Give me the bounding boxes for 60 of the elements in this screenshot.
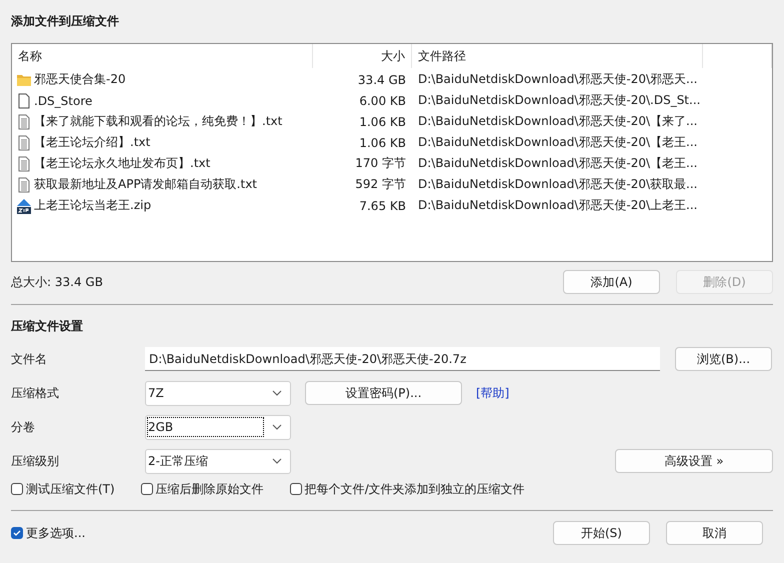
file-path: D:\BaiduNetdiskDownload\邪恶天使-20\邪恶天... (418, 72, 698, 86)
file-path: D:\BaiduNetdiskDownload\邪恶天使-20\获取最... (418, 177, 698, 191)
chevron-down-icon (272, 458, 282, 464)
file-path: D:\BaiduNetdiskDownload\邪恶天使-20\上老王... (418, 198, 698, 212)
file-size: 1.06 KB (359, 136, 406, 150)
check-icon (12, 528, 22, 538)
help-link[interactable]: [帮助] (476, 384, 510, 402)
chevron-down-icon (272, 424, 282, 430)
zip-file-icon (16, 198, 32, 214)
file-icon (16, 92, 32, 108)
file-size: 170 字节 (355, 155, 406, 172)
dialog-title: 添加文件到压缩文件 (11, 13, 120, 30)
checkbox-label: 把每个文件/文件夹添加到独立的压缩文件 (304, 480, 525, 498)
checkbox-label: 测试压缩文件(T) (26, 480, 115, 498)
file-name[interactable]: 获取最新地址及APP请发邮箱自动获取.txt (34, 176, 258, 193)
file-path: D:\BaiduNetdiskDownload\邪恶天使-20\【老王... (418, 135, 698, 149)
file-path: D:\BaiduNetdiskDownload\邪恶天使-20\【来了... (418, 114, 698, 128)
file-size: 592 字节 (355, 176, 406, 193)
file-size: 1.06 KB (359, 114, 406, 128)
column-header[interactable]: 名称 (12, 44, 313, 68)
file-path: D:\BaiduNetdiskDownload\邪恶天使-20\【老王... (418, 156, 698, 170)
file-size: 6.00 KB (359, 94, 406, 108)
checkbox[interactable] (11, 527, 23, 539)
filename-field[interactable]: D:\BaiduNetdiskDownload\邪恶天使-20\邪恶天使-20.7z (145, 347, 660, 371)
file-name[interactable]: 上老王论坛当老王.zip (34, 197, 152, 214)
field-label: 文件名 (11, 350, 48, 368)
checkbox[interactable] (11, 483, 23, 495)
format-dropdown[interactable]: 7Z (145, 380, 291, 406)
field-label: 压缩格式 (11, 384, 60, 402)
text-file-icon (16, 156, 32, 172)
cancel-button[interactable]: 取消 (666, 521, 763, 545)
chevron-down-icon (272, 390, 282, 396)
column-header[interactable]: 文件路径 (412, 44, 703, 68)
field-label: 分卷 (11, 418, 36, 436)
file-name[interactable]: .DS_Store (34, 94, 92, 108)
checkbox-label: 更多选项... (26, 524, 86, 542)
file-name[interactable]: 【老王论坛永久地址发布页】.txt (34, 155, 210, 172)
file-size: 7.65 KB (359, 198, 406, 212)
level-dropdown[interactable]: 2-正常压缩 (145, 448, 291, 474)
file-size: 33.4 GB (358, 72, 406, 86)
text-file-icon (16, 176, 32, 192)
section-heading: 压缩文件设置 (11, 318, 84, 335)
add-button[interactable]: 添加(A) (563, 270, 660, 294)
checkbox-label: 压缩后删除原始文件 (156, 480, 264, 498)
file-name[interactable]: 【老王论坛介绍】.txt (34, 134, 150, 151)
checkbox[interactable] (290, 483, 302, 495)
field-label: 压缩级别 (11, 452, 60, 470)
set-password-button[interactable]: 设置密码(P)... (305, 381, 462, 405)
browse-button[interactable]: 浏览(B)... (675, 347, 772, 371)
volume-dropdown[interactable]: 2GB (145, 414, 291, 440)
file-name[interactable]: 邪恶天使合集-20 (34, 71, 126, 88)
text-file-icon (16, 114, 32, 130)
file-name[interactable]: 【来了就能下载和观看的论坛，纯免费！】.txt (34, 113, 282, 130)
file-path: D:\BaiduNetdiskDownload\邪恶天使-20\.DS_St... (418, 93, 700, 107)
checkbox[interactable] (140, 483, 153, 495)
total-size: 总大小: 33.4 GB (11, 274, 103, 290)
text-file-icon (16, 134, 32, 150)
advanced-settings-button[interactable]: 高级设置 » (615, 449, 773, 473)
column-header[interactable]: 大小 (313, 44, 412, 68)
start-button[interactable]: 开始(S) (553, 521, 650, 545)
